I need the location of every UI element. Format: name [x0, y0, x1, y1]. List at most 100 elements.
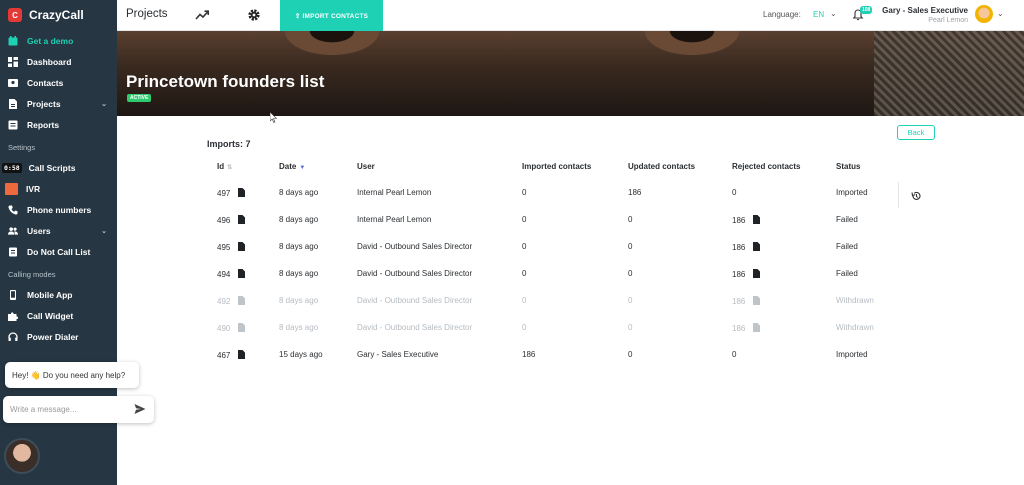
- restore-history-icon[interactable]: [911, 188, 921, 200]
- brand[interactable]: C CrazyCall: [0, 0, 117, 30]
- cell-date: 8 days ago: [279, 215, 318, 224]
- chat-message-input[interactable]: Write a message...: [3, 396, 154, 423]
- puzzle-icon: [8, 311, 18, 321]
- table-row[interactable]: 496 8 days ago Internal Pearl Lemon 0 0 186 Fa…: [207, 207, 937, 234]
- cell-user: David - Outbound Sales Director: [357, 242, 472, 251]
- brand-logo: C: [8, 8, 22, 22]
- mobile-icon: [8, 290, 18, 300]
- gear-icon[interactable]: [247, 8, 261, 22]
- download-file-icon[interactable]: [238, 242, 246, 251]
- chat-input-placeholder: Write a message...: [10, 405, 77, 414]
- sidebar-item-dashboard[interactable]: Dashboard: [0, 52, 117, 72]
- cell-imported-value: 0: [522, 323, 527, 332]
- table-row[interactable]: 497 8 days ago Internal Pearl Lemon 0 186 0 Im…: [207, 180, 937, 207]
- download-file-icon[interactable]: [238, 188, 246, 197]
- sidebar-item-label: Projects: [27, 99, 61, 109]
- column-header-user: User: [357, 162, 375, 171]
- cell-status-value: Failed: [836, 269, 858, 278]
- calling-modes-heading: Calling modes: [8, 270, 56, 279]
- cell-user-value: Gary - Sales Executive: [357, 350, 439, 359]
- cell-user: David - Outbound Sales Director: [357, 269, 472, 278]
- rejected-file-icon[interactable]: [753, 242, 761, 251]
- sidebar-item-phone-numbers[interactable]: Phone numbers: [0, 200, 117, 220]
- cell-status: Failed: [836, 242, 858, 251]
- cell-id-value: 494: [217, 270, 231, 279]
- cell-id: 490: [217, 323, 246, 333]
- cell-status: Imported: [836, 350, 868, 359]
- table-row[interactable]: 490 8 days ago David - Outbound Sales Dire…: [207, 315, 937, 342]
- sidebar-item-call-widget[interactable]: Call Widget: [0, 306, 117, 326]
- trending-up-icon[interactable]: [195, 8, 210, 22]
- chat-agent-avatar[interactable]: [4, 438, 40, 474]
- column-header-status: Status: [836, 162, 861, 171]
- cell-status-value: Imported: [836, 188, 868, 197]
- calendar-check-icon: [8, 36, 18, 46]
- language-select[interactable]: EN: [813, 10, 824, 19]
- rejected-file-icon[interactable]: [753, 269, 761, 278]
- table-row[interactable]: 494 8 days ago David - Outbound Sales Dire…: [207, 261, 937, 288]
- cell-updated-value: 0: [628, 323, 633, 332]
- sidebar-item-label: Get a demo: [27, 36, 74, 46]
- ivr-icon: [5, 183, 18, 195]
- sidebar-item-label: Phone numbers: [27, 205, 92, 215]
- sidebar-item-label: Contacts: [27, 78, 64, 88]
- download-file-icon[interactable]: [238, 350, 246, 359]
- users-icon: [8, 226, 18, 236]
- cell-date-value: 8 days ago: [279, 269, 319, 278]
- cell-status: Withdrawn: [836, 296, 874, 305]
- sidebar-item-mobile-app[interactable]: Mobile App: [0, 285, 117, 305]
- sidebar-item-get-a-demo[interactable]: Get a demo: [0, 31, 117, 51]
- chat-greeting-bubble[interactable]: Hey! 👋 Do you need any help?: [5, 362, 139, 388]
- sidebar-item-projects[interactable]: Projects ⌄: [0, 94, 117, 114]
- cell-imported: 0: [522, 242, 526, 251]
- send-icon[interactable]: [134, 403, 146, 415]
- hero-image-pattern: [874, 31, 1024, 116]
- sidebar-item-label: Power Dialer: [27, 332, 79, 342]
- table-row[interactable]: 467 15 days ago Gary - Sales Executive 186 0…: [207, 342, 937, 369]
- chevron-down-icon[interactable]: ⌄: [830, 9, 837, 18]
- sidebar-item-reports[interactable]: Reports: [0, 115, 117, 135]
- cell-status: Failed: [836, 269, 858, 278]
- cell-id: 495: [217, 242, 246, 252]
- cell-user: Gary - Sales Executive: [357, 350, 438, 359]
- column-header-label: Id: [217, 162, 225, 171]
- chat-greeting-text: Hey! 👋 Do you need any help?: [12, 370, 126, 380]
- chevron-down-icon[interactable]: ⌄: [997, 9, 1004, 18]
- column-header-id[interactable]: Id ⇅: [217, 162, 232, 171]
- rejected-file-icon[interactable]: [753, 296, 761, 305]
- cell-rejected-value: 186: [732, 243, 746, 252]
- table-row[interactable]: 492 8 days ago David - Outbound Sales Dire…: [207, 288, 937, 315]
- cell-date-value: 8 days ago: [279, 242, 319, 251]
- sidebar-item-ivr[interactable]: IVR: [0, 179, 117, 199]
- rejected-file-icon[interactable]: [753, 215, 761, 224]
- column-header-date[interactable]: Date ▼: [279, 162, 305, 171]
- cell-status-value: Withdrawn: [836, 323, 874, 332]
- cell-id-value: 497: [217, 189, 231, 198]
- cell-imported-value: 0: [522, 188, 527, 197]
- user-avatar[interactable]: [975, 5, 993, 23]
- download-file-icon[interactable]: [238, 269, 246, 278]
- rejected-file-icon[interactable]: [753, 323, 761, 332]
- sidebar-item-do-not-call-list[interactable]: Do Not Call List: [0, 242, 117, 262]
- user-name[interactable]: Gary - Sales Executive: [882, 6, 968, 15]
- download-file-icon[interactable]: [238, 296, 246, 305]
- download-file-icon[interactable]: [238, 215, 246, 224]
- cell-id-value: 495: [217, 243, 231, 252]
- cell-rejected: 186: [732, 296, 761, 306]
- table-row[interactable]: 495 8 days ago David - Outbound Sales Dire…: [207, 234, 937, 261]
- import-contacts-button[interactable]: ⇪ IMPORT CONTACTS: [280, 0, 383, 31]
- sidebar: C CrazyCall Get a demo Dashboard Contact…: [0, 0, 154, 485]
- column-header-label: Date: [279, 162, 297, 171]
- cell-rejected: 186: [732, 242, 761, 252]
- download-file-icon[interactable]: [238, 323, 246, 332]
- reports-icon: [8, 120, 18, 130]
- sidebar-item-contacts[interactable]: Contacts: [0, 73, 117, 93]
- sidebar-item-users[interactable]: Users ⌄: [0, 221, 117, 241]
- row-action-divider: [898, 182, 899, 208]
- sidebar-item-power-dialer[interactable]: Power Dialer: [0, 327, 117, 347]
- cell-rejected-value: 0: [732, 188, 737, 197]
- cell-rejected-value: 186: [732, 270, 746, 279]
- cell-date: 15 days ago: [279, 350, 323, 359]
- sidebar-item-call-scripts[interactable]: 0:58 Call Scripts: [0, 158, 117, 178]
- back-button[interactable]: Back: [897, 125, 935, 140]
